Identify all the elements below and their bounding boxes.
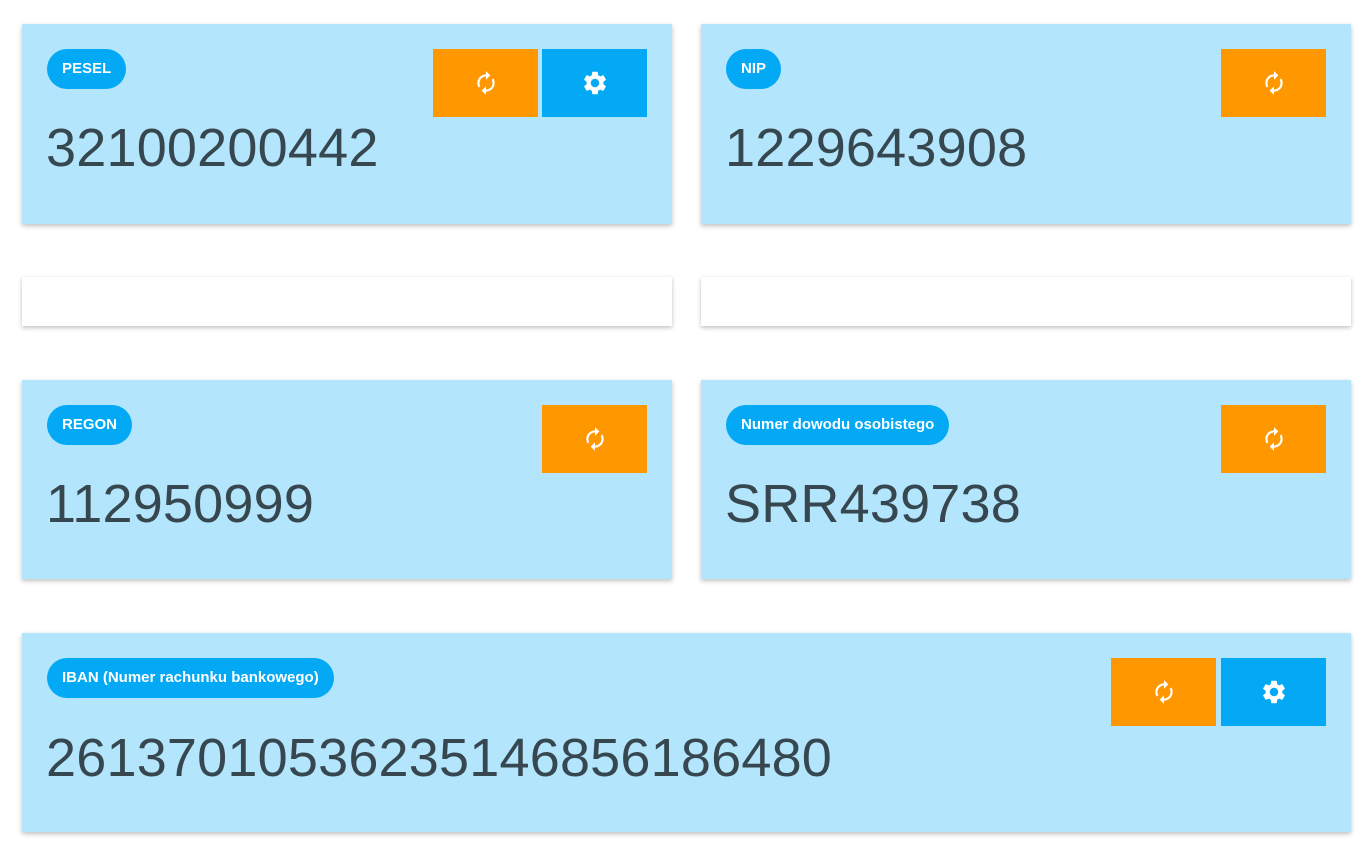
refresh-icon bbox=[1154, 680, 1173, 704]
iban-value: 26137010536235146856186480 bbox=[46, 728, 833, 788]
pesel-value: 32100200442 bbox=[46, 118, 379, 178]
gear-icon bbox=[1262, 680, 1285, 704]
nip-card: NIP 1229643908 bbox=[701, 24, 1351, 224]
refresh-icon bbox=[1264, 71, 1283, 95]
iban-card: IBAN (Numer rachunku bankowego) 26137010… bbox=[22, 633, 1351, 832]
id-card-card: Numer dowodu osobistego SRR439738 bbox=[701, 380, 1351, 579]
id-card-badge: Numer dowodu osobistego bbox=[726, 405, 950, 445]
regon-value: 112950999 bbox=[46, 474, 315, 534]
refresh-icon bbox=[1264, 427, 1283, 451]
empty-panel-right bbox=[701, 277, 1351, 326]
nip-value: 1229643908 bbox=[725, 118, 1028, 178]
iban-badge: IBAN (Numer rachunku bankowego) bbox=[47, 658, 334, 698]
iban-refresh-button[interactable] bbox=[1111, 658, 1216, 726]
regon-badge: REGON bbox=[47, 405, 133, 445]
pesel-badge: PESEL bbox=[47, 49, 127, 89]
id-card-value: SRR439738 bbox=[725, 474, 1022, 534]
pesel-refresh-button[interactable] bbox=[433, 49, 538, 117]
iban-settings-button[interactable] bbox=[1221, 658, 1326, 726]
refresh-icon bbox=[476, 71, 495, 95]
id-card-refresh-button[interactable] bbox=[1221, 405, 1326, 473]
regon-card: REGON 112950999 bbox=[22, 380, 672, 579]
refresh-icon bbox=[585, 427, 604, 451]
nip-badge: NIP bbox=[726, 49, 782, 89]
nip-refresh-button[interactable] bbox=[1221, 49, 1326, 117]
pesel-card: PESEL 32100200442 bbox=[22, 24, 672, 224]
gear-icon bbox=[583, 71, 606, 95]
pesel-settings-button[interactable] bbox=[542, 49, 647, 117]
empty-panel-left bbox=[22, 277, 672, 326]
regon-refresh-button[interactable] bbox=[542, 405, 647, 473]
